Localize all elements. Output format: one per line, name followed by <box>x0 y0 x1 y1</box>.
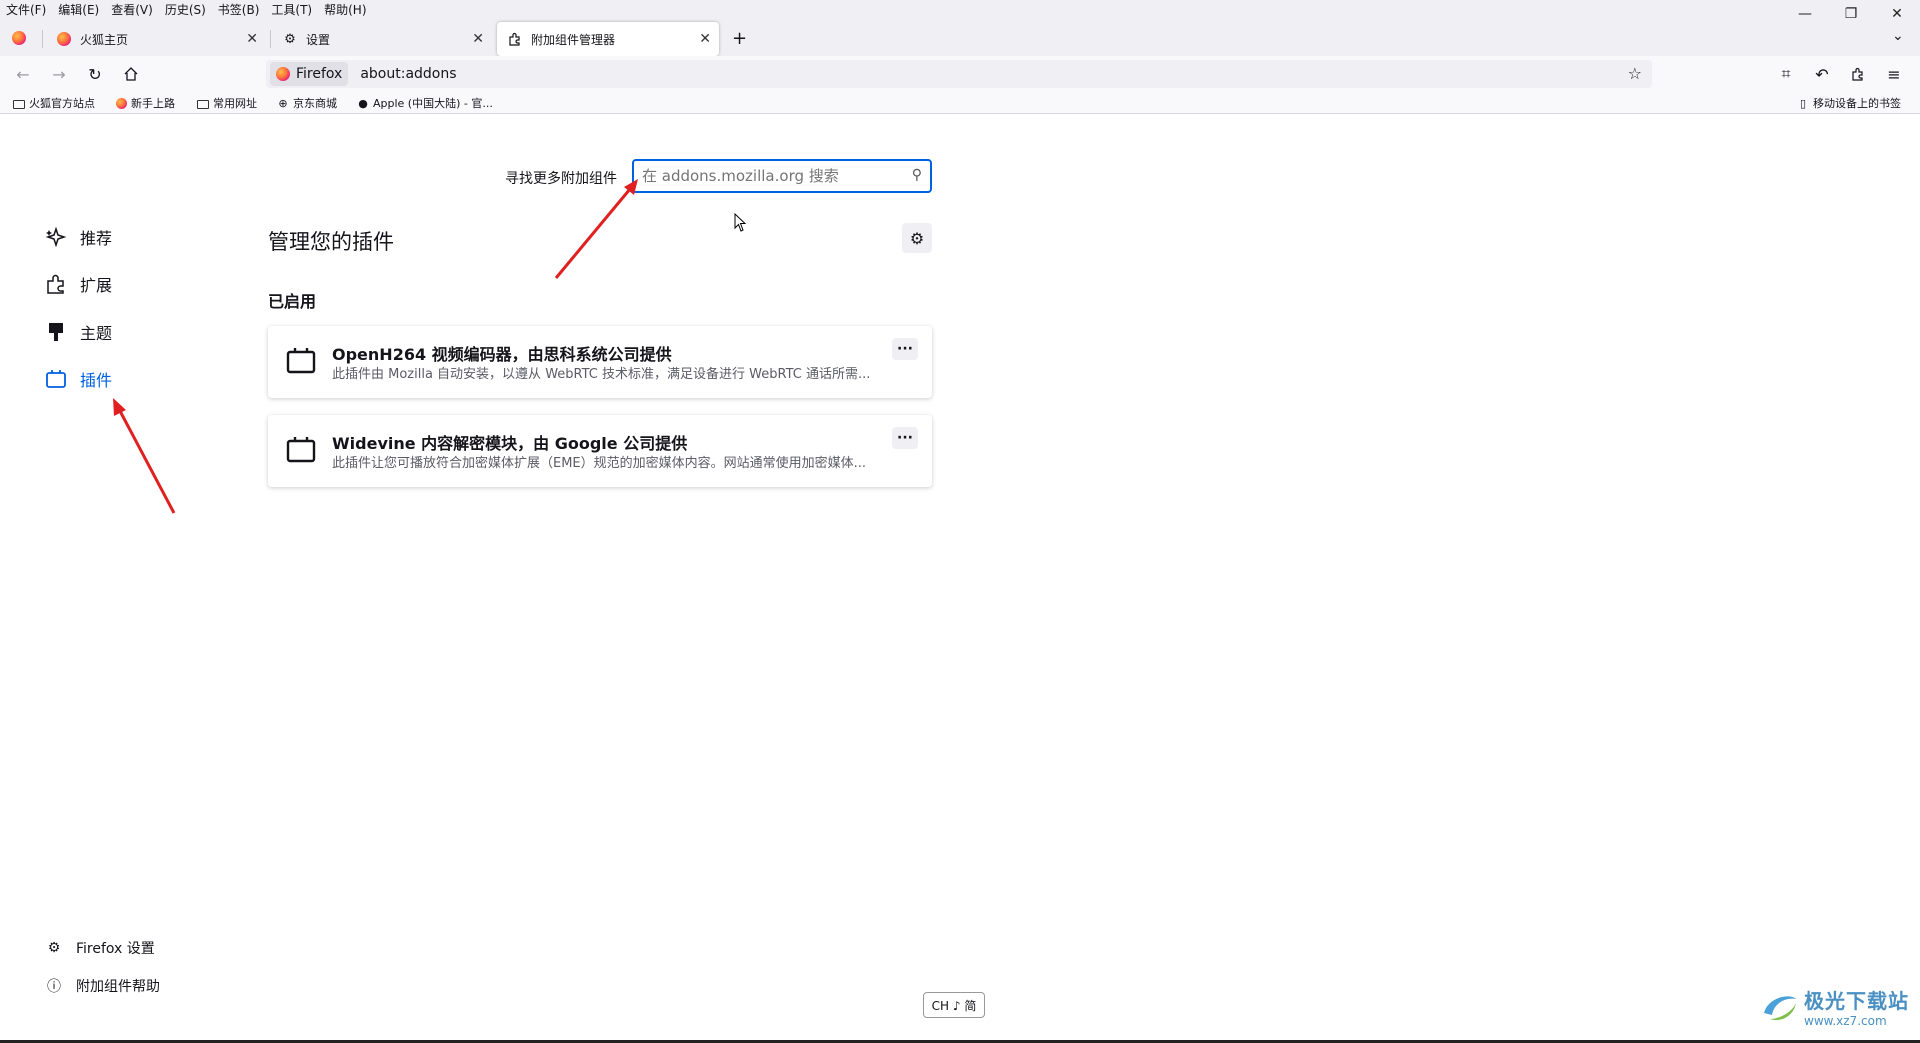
phone-icon: ▯ <box>1799 96 1807 110</box>
annotation-arrow <box>554 179 638 279</box>
restore-button[interactable]: ❐ <box>1828 0 1874 28</box>
folder-icon <box>196 96 210 110</box>
addons-page: 寻找更多附加组件 ⚲ 推荐 扩展 主题 插件 管理您的插件 ⚙ 已启用 Open… <box>0 115 1920 1043</box>
menu-view[interactable]: 查看(V) <box>111 1 153 18</box>
forward-icon[interactable]: → <box>49 64 69 84</box>
menu-edit[interactable]: 编辑(E) <box>58 1 99 18</box>
screenshot-icon[interactable]: ⌗ <box>1776 64 1796 84</box>
list-all-tabs-icon[interactable]: ⌄ <box>1892 28 1904 44</box>
annotation-arrows <box>113 179 638 514</box>
close-icon[interactable]: ✕ <box>246 31 258 47</box>
firefox-icon <box>276 67 290 81</box>
bookmarks-toolbar: 火狐官方站点 新手上路 常用网址 ⊕ 京东商城 ● Apple (中国大陆) -… <box>0 92 1920 114</box>
menu-tools[interactable]: 工具(T) <box>271 1 312 18</box>
annotation-arrow <box>113 398 176 514</box>
identity-box[interactable]: Firefox <box>270 62 349 86</box>
url-bar[interactable]: Firefox about:addons ☆ <box>266 60 1652 88</box>
identity-label: Firefox <box>296 66 343 82</box>
hamburger-menu-icon[interactable]: ≡ <box>1884 64 1904 84</box>
tab-separator <box>270 30 271 48</box>
tab-addons[interactable]: 附加组件管理器 ✕ <box>497 22 719 56</box>
apple-icon: ● <box>358 96 368 110</box>
bookmark-label: 京东商城 <box>293 97 337 110</box>
globe-icon: ⊕ <box>278 96 288 110</box>
firefox-icon <box>56 31 72 47</box>
minimize-button[interactable]: — <box>1782 0 1828 28</box>
close-window-button[interactable]: ✕ <box>1874 0 1920 28</box>
tab-title: 附加组件管理器 <box>531 32 616 47</box>
bookmark-item[interactable]: 常用网址 <box>196 95 257 111</box>
bookmark-label: 新手上路 <box>131 97 175 110</box>
firefox-icon <box>114 96 128 110</box>
tab-title: 火狐主页 <box>80 32 129 47</box>
puzzle-icon <box>507 31 523 47</box>
bookmark-star-icon[interactable]: ☆ <box>1628 64 1642 83</box>
tab-strip: 火狐主页 ✕ ⚙ 设置 ✕ 附加组件管理器 ✕ + ⌄ <box>0 18 1920 56</box>
bookmark-item[interactable]: 火狐官方站点 <box>12 95 95 111</box>
close-icon[interactable]: ✕ <box>699 31 711 47</box>
bookmark-item[interactable]: ⊕ 京东商城 <box>276 95 337 111</box>
navigation-toolbar: ← → ↻ Firefox about:addons ☆ ⌗ ↶ ≡ <box>0 56 1920 92</box>
tab-separator <box>42 30 43 48</box>
mobile-bookmarks[interactable]: ▯ 移动设备上的书签 <box>1796 95 1901 111</box>
extensions-icon[interactable] <box>1848 64 1868 84</box>
url-text[interactable]: about:addons <box>360 66 456 82</box>
tab-title: 设置 <box>306 32 331 47</box>
bookmark-label: 移动设备上的书签 <box>1813 97 1901 110</box>
reload-icon[interactable]: ↻ <box>85 64 105 84</box>
window-controls: — ❐ ✕ <box>1782 0 1920 28</box>
tab-home[interactable]: 火狐主页 ✕ <box>46 22 266 56</box>
menu-bar: 文件(F) 编辑(E) 查看(V) 历史(S) 书签(B) 工具(T) 帮助(H… <box>0 0 1920 18</box>
bookmark-item[interactable]: ● Apple (中国大陆) - 官... <box>356 95 493 111</box>
firefox-view-icon[interactable] <box>12 30 26 49</box>
bookmark-label: 火狐官方站点 <box>29 97 95 110</box>
home-icon[interactable] <box>121 64 141 84</box>
bookmark-item[interactable]: 新手上路 <box>114 95 175 111</box>
back-icon[interactable]: ← <box>13 64 33 84</box>
menu-file[interactable]: 文件(F) <box>6 1 46 18</box>
undo-icon[interactable]: ↶ <box>1812 64 1832 84</box>
menu-history[interactable]: 历史(S) <box>165 1 206 18</box>
bookmark-label: 常用网址 <box>213 97 257 110</box>
tab-settings[interactable]: ⚙ 设置 ✕ <box>272 22 492 56</box>
menu-help[interactable]: 帮助(H) <box>324 1 366 18</box>
new-tab-button[interactable]: + <box>732 28 747 49</box>
folder-icon <box>12 96 26 110</box>
menu-bookmarks[interactable]: 书签(B) <box>218 1 260 18</box>
bookmark-label: Apple (中国大陆) - 官... <box>373 97 493 110</box>
gear-icon: ⚙ <box>284 31 296 47</box>
close-icon[interactable]: ✕ <box>472 31 484 47</box>
